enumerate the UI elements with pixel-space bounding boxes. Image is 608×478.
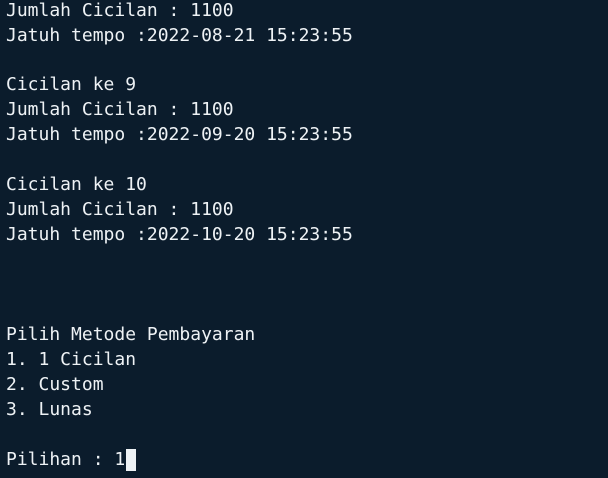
terminal-line: Jatuh tempo :2022-08-21 15:23:55	[6, 25, 353, 46]
terminal-line: Jumlah Cicilan : 1100	[6, 99, 234, 120]
terminal-line: 2. Custom	[6, 374, 104, 395]
terminal-line: 1. 1 Cicilan	[6, 349, 137, 370]
terminal-line: Jatuh tempo :2022-09-20 15:23:55	[6, 124, 353, 145]
terminal-line: Cicilan ke 10	[6, 174, 147, 195]
terminal-line: Jumlah Cicilan : 1100	[6, 0, 234, 21]
terminal-line: Cicilan ke 9	[6, 74, 137, 95]
terminal-line: Jatuh tempo :2022-10-20 15:23:55	[6, 224, 353, 245]
text-cursor	[126, 449, 137, 471]
terminal-line: 3. Lunas	[6, 399, 93, 420]
terminal-line: Pilih Metode Pembayaran	[6, 324, 256, 345]
input-prompt-line[interactable]: Pilihan : 1	[6, 449, 137, 471]
prompt-input-value[interactable]: 1	[114, 449, 125, 471]
prompt-label: Pilihan :	[6, 449, 115, 470]
terminal-window[interactable]: Jumlah Cicilan : 1100 Jatuh tempo :2022-…	[0, 0, 608, 478]
terminal-line: Jumlah Cicilan : 1100	[6, 199, 234, 220]
